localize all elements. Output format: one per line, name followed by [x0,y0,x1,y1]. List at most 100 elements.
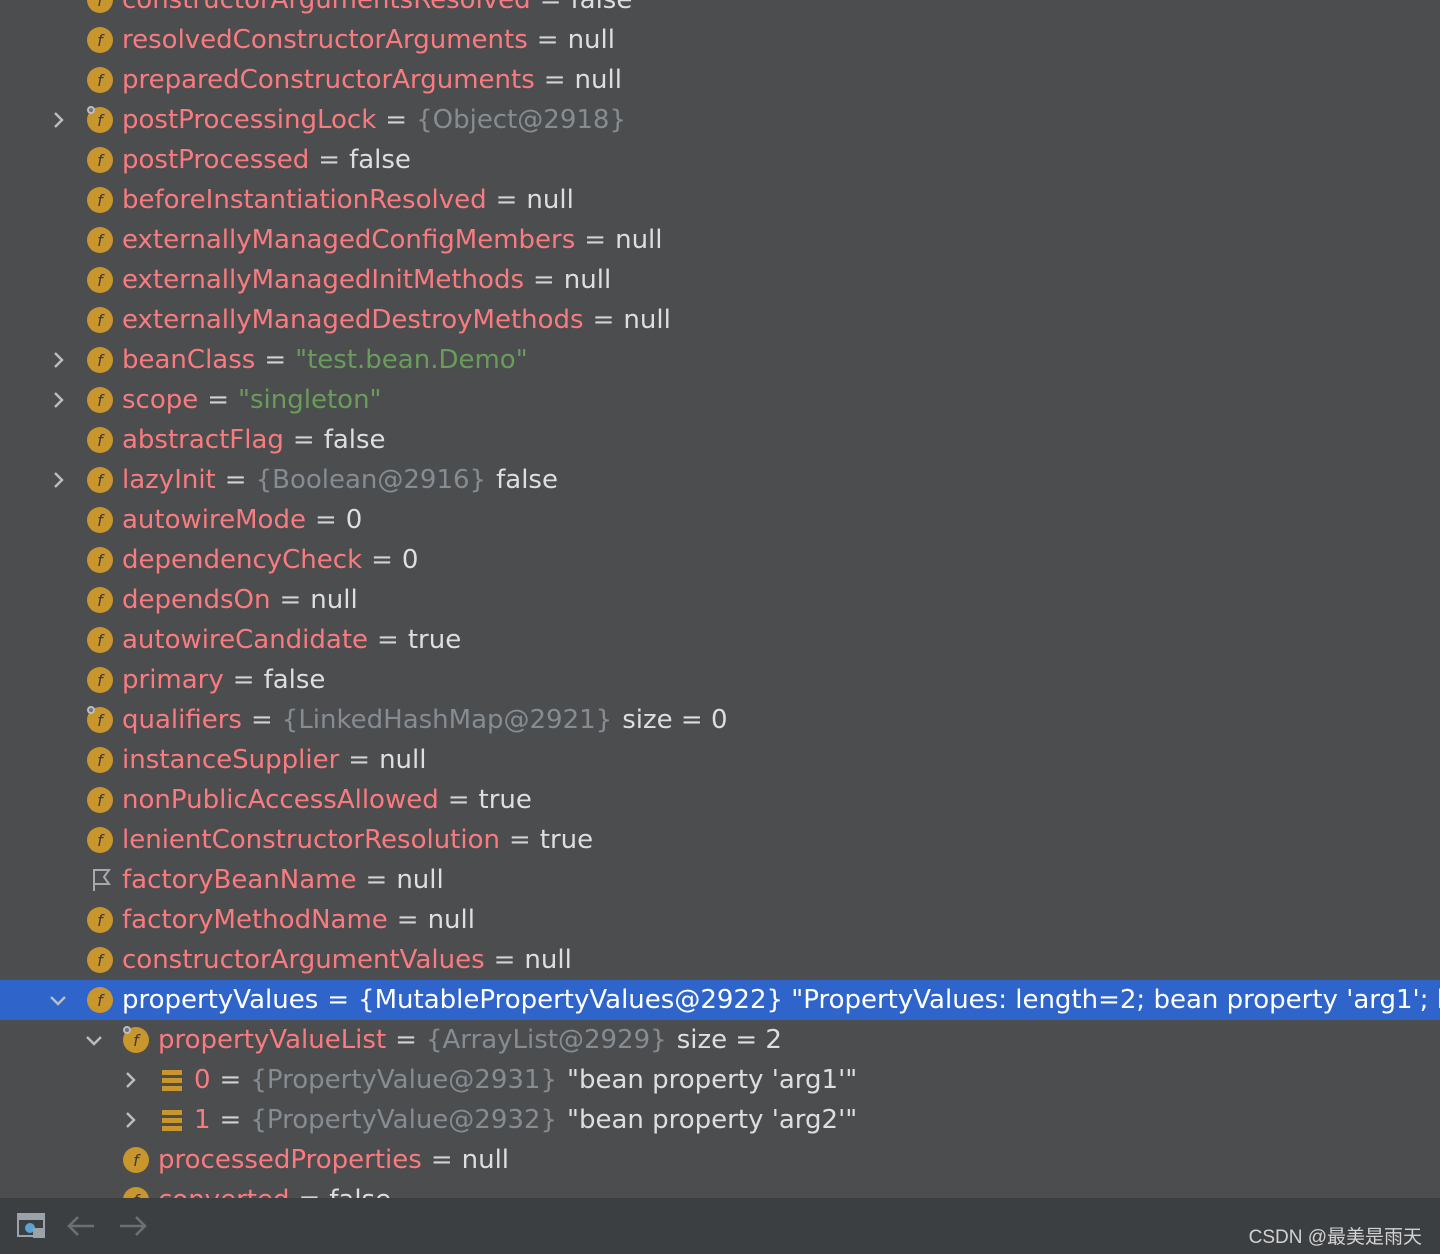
field-name: beforeInstantiationResolved [122,185,487,215]
row-text: postProcessed = false [122,140,411,180]
field-name: scope [122,385,199,415]
field-value: null [310,585,358,615]
row-text: beanClass = "test.bean.Demo" [122,340,528,380]
row-text: lazyInit = {Boolean@2916} false [122,460,558,500]
collapse-arrow-icon[interactable] [82,1028,106,1052]
field-value: size = 2 [676,1025,782,1055]
tree-row[interactable]: f dependsOn = null [0,580,1440,620]
tree-row[interactable]: f primary = false [0,660,1440,700]
field-icon: f [86,506,114,534]
field-value: null [461,1145,510,1175]
tree-row[interactable]: f processedProperties = null [0,1140,1440,1180]
tree-row[interactable]: f nonPublicAccessAllowed = true [0,780,1440,820]
field-icon: f [86,266,114,294]
field-name: externallyManagedConfigMembers [122,225,576,255]
tree-row[interactable]: f factoryMethodName = null [0,900,1440,940]
tree-row[interactable]: f instanceSupplier = null [0,740,1440,780]
tree-row[interactable]: f qualifiers = {LinkedHashMap@2921} size = … [0,700,1440,740]
row-text: qualifiers = {LinkedHashMap@2921} size = 0 [122,700,728,740]
field-icon: f [86,306,114,334]
field-icon: f [86,826,114,854]
back-arrow-icon[interactable] [66,1212,96,1240]
row-text: dependsOn = null [122,580,358,620]
tree-row[interactable]: f beanClass = "test.bean.Demo" [0,340,1440,380]
field-icon: f [86,186,114,214]
tree-row[interactable]: f constructorArgumentValues = null [0,940,1440,980]
field-name: 0 [194,1065,211,1095]
field-icon: f [86,26,114,54]
tree-row[interactable]: factoryBeanName = null [0,860,1440,900]
expand-arrow-icon[interactable] [46,348,70,372]
row-text: nonPublicAccessAllowed = true [122,780,532,820]
tree-row[interactable]: f autowireCandidate = true [0,620,1440,660]
view-icon[interactable] [16,1212,48,1240]
tree-row[interactable]: f propertyValueList = {ArrayList@2929} size… [0,1020,1440,1060]
tree-row[interactable]: f externallyManagedDestroyMethods = null [0,300,1440,340]
equals-sign: = [327,985,350,1015]
tree-row[interactable]: f converted = false [0,1180,1440,1198]
row-text: externallyManagedConfigMembers = null [122,220,663,260]
watermark-text: CSDN @最美是雨天 [1248,1227,1422,1248]
equals-sign: = [264,345,287,375]
tree-row[interactable]: f externallyManagedInitMethods = null [0,260,1440,300]
expand-arrow-icon[interactable] [118,1068,142,1092]
expand-arrow-icon[interactable] [46,468,70,492]
field-value: 0 [401,545,419,575]
equals-sign: = [207,385,230,415]
field-value: null [574,65,622,95]
field-icon: f [86,626,114,654]
field-name: constructorArgumentsResolved [122,0,531,15]
field-value: true [407,625,462,655]
field-name: propertyValues [122,985,319,1015]
row-text: processedProperties = null [158,1140,509,1180]
equals-sign: = [292,425,315,455]
object-reference: {PropertyValue@2931} [250,1065,558,1095]
tree-row[interactable]: f autowireMode = 0 [0,500,1440,540]
expand-arrow-icon[interactable] [46,388,70,412]
tree-row[interactable]: 0 = {PropertyValue@2931} "bean property 'ar… [0,1060,1440,1100]
tree-row[interactable]: f lenientConstructorResolution = true [0,820,1440,860]
expand-arrow-icon[interactable] [118,1108,142,1132]
tree-row[interactable]: f postProcessed = false [0,140,1440,180]
equals-sign: = [395,1025,417,1055]
row-text: primary = false [122,660,325,700]
equals-sign: = [250,705,273,735]
field-icon: f [86,226,114,254]
equals-sign: = [371,545,393,575]
equals-sign: = [219,1105,242,1135]
row-text: autowireCandidate = true [122,620,461,660]
tree-row[interactable]: f resolvedConstructorArguments = null [0,20,1440,60]
tree-row[interactable]: f scope = "singleton" [0,380,1440,420]
equals-sign: = [314,505,337,535]
tree-row[interactable]: f dependencyCheck = 0 [0,540,1440,580]
field-icon: f [86,786,114,814]
tree-row[interactable]: f lazyInit = {Boolean@2916} false [0,460,1440,500]
field-name: postProcessed [122,145,310,175]
tree-row[interactable]: f beforeInstantiationResolved = null [0,180,1440,220]
field-value: null [396,865,444,895]
field-name: externallyManagedDestroyMethods [122,305,584,335]
field-value: "bean property 'arg2'" [567,1105,858,1135]
equals-sign: = [232,665,255,695]
tree-row[interactable]: f externallyManagedConfigMembers = null [0,220,1440,260]
tree-row[interactable]: f constructorArgumentsResolved = false [0,0,1440,20]
tree-row[interactable]: f abstractFlag = false [0,420,1440,460]
equals-sign: = [539,0,562,15]
tree-row[interactable]: f postProcessingLock = {Object@2918} [0,100,1440,140]
tree-row[interactable]: f preparedConstructorArguments = null [0,60,1440,100]
collapse-arrow-icon[interactable] [46,988,70,1012]
object-reference: {LinkedHashMap@2921} [281,705,613,735]
field-name: propertyValueList [158,1025,387,1055]
field-value: null [567,25,615,55]
field-name: 1 [194,1105,211,1135]
row-text: 1 = {PropertyValue@2932} "bean property 'ar… [194,1100,857,1140]
tree-row[interactable]: f propertyValues = {MutablePropertyValues@2… [0,980,1440,1020]
field-name: postProcessingLock [122,105,377,135]
field-value: true [539,825,594,855]
row-text: beforeInstantiationResolved = null [122,180,574,220]
row-text: resolvedConstructorArguments = null [122,20,615,60]
forward-arrow-icon[interactable] [118,1212,148,1240]
expand-arrow-icon[interactable] [46,108,70,132]
tree-row[interactable]: 1 = {PropertyValue@2932} "bean property 'ar… [0,1100,1440,1140]
equals-sign: = [495,185,518,215]
